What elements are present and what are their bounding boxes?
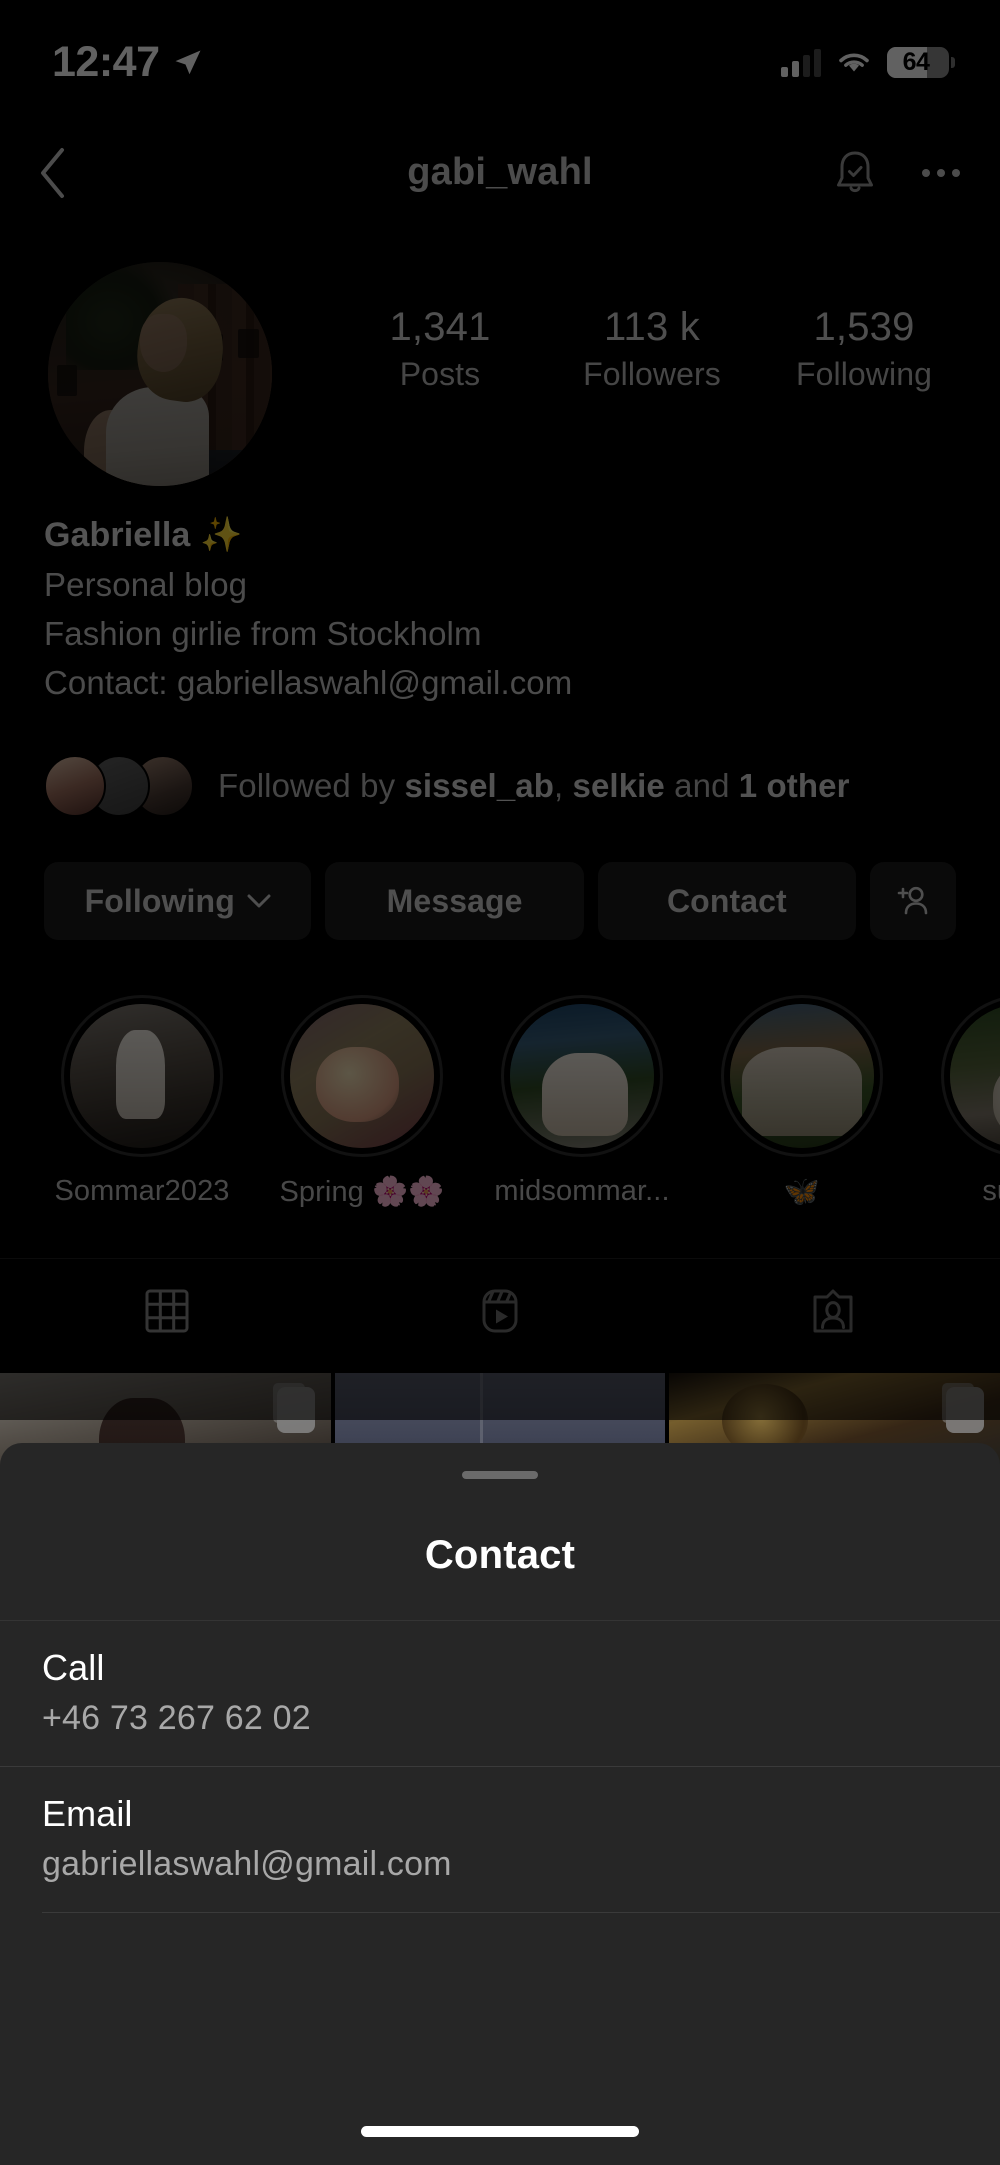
follower-name-1[interactable]: sissel_ab bbox=[404, 767, 554, 804]
highlight-ring bbox=[501, 995, 663, 1157]
battery-level-text: 64 bbox=[902, 48, 930, 76]
email-value: gabriellaswahl@gmail.com bbox=[42, 1845, 452, 1883]
highlight-cover bbox=[290, 1004, 434, 1148]
highlight-label: Sommar2023 bbox=[54, 1175, 230, 1207]
bio-line-3: Contact: gabriellaswahl@gmail.com bbox=[44, 663, 573, 701]
highlight-item[interactable]: summ bbox=[912, 995, 1000, 1209]
sheet-drag-handle[interactable] bbox=[462, 1471, 538, 1479]
tab-reels[interactable] bbox=[333, 1286, 666, 1336]
instagram-profile-screen: 12:47 64 gabi_wahl 1,341 Posts 113 k Fol… bbox=[0, 0, 1000, 2165]
grid-icon bbox=[145, 1289, 189, 1332]
highlight-cover bbox=[70, 1004, 214, 1148]
more-options-button[interactable] bbox=[914, 146, 968, 200]
add-person-icon bbox=[897, 886, 928, 915]
stat-following-value: 1,539 bbox=[813, 305, 915, 349]
following-button-label: Following bbox=[84, 882, 235, 919]
profile-stats: 1,341 Posts 113 k Followers 1,539 Follow… bbox=[334, 304, 1000, 393]
followed-by-row[interactable]: Followed by sissel_ab, selkie and 1 othe… bbox=[44, 755, 964, 817]
stat-posts[interactable]: 1,341 Posts bbox=[334, 304, 546, 393]
followed-by-separator: , bbox=[553, 767, 573, 804]
following-button[interactable]: Following bbox=[44, 862, 312, 940]
followed-by-connector: and bbox=[664, 767, 739, 804]
stat-following-label: Following bbox=[795, 356, 933, 393]
navigation-bar: gabi_wahl bbox=[0, 130, 1000, 215]
contact-option-call[interactable]: Call +46 73 267 62 02 bbox=[0, 1620, 1000, 1766]
stat-followers-value: 113 k bbox=[604, 305, 700, 349]
highlight-label: summ bbox=[982, 1175, 1000, 1207]
story-highlights: Sommar2023 Spring 🌸🌸 midsommar... 🦋 s bbox=[0, 995, 1000, 1209]
highlight-item[interactable]: 🦋 bbox=[692, 995, 912, 1209]
more-dot-3 bbox=[952, 168, 960, 177]
highlight-shade bbox=[290, 1004, 434, 1148]
contact-option-email[interactable]: Email gabriellaswahl@gmail.com bbox=[0, 1766, 1000, 1912]
highlight-shade bbox=[70, 1004, 214, 1148]
highlight-item[interactable]: midsommar... bbox=[472, 995, 692, 1209]
sheet-title: Contact bbox=[424, 1533, 576, 1577]
more-dot-2 bbox=[937, 168, 945, 177]
highlight-label: Spring 🌸🌸 bbox=[279, 1176, 445, 1208]
call-value: +46 73 267 62 02 bbox=[42, 1699, 311, 1737]
reels-icon bbox=[482, 1289, 518, 1332]
profile-action-buttons: Following Message Contact bbox=[44, 862, 957, 940]
display-name-text: Gabriella bbox=[44, 516, 191, 554]
profile-category: Personal blog bbox=[44, 566, 248, 603]
stat-following[interactable]: 1,539 Following bbox=[758, 304, 970, 393]
followed-by-others[interactable]: 1 other bbox=[739, 767, 850, 804]
avatar[interactable] bbox=[48, 262, 272, 486]
followed-by-prefix: Followed by bbox=[218, 767, 405, 804]
profile-content-layer: gabi_wahl 1,341 Posts 113 k Followers 1,… bbox=[0, 0, 1000, 1513]
highlight-label: 🦋 bbox=[783, 1176, 821, 1208]
highlight-ring bbox=[721, 995, 883, 1157]
highlight-cover bbox=[950, 1004, 1000, 1148]
highlight-cover bbox=[730, 1004, 874, 1148]
email-label: Email bbox=[42, 1793, 133, 1834]
profile-bio: Gabriella ✨ Personal blog Fashion girlie… bbox=[44, 510, 904, 707]
tab-grid[interactable] bbox=[0, 1286, 333, 1336]
profile-tab-bar bbox=[0, 1258, 1000, 1362]
profile-display-name: Gabriella ✨ bbox=[44, 510, 904, 561]
highlight-label: midsommar... bbox=[494, 1175, 670, 1207]
stat-posts-label: Posts bbox=[399, 356, 481, 393]
highlight-cover bbox=[510, 1004, 654, 1148]
avatar-shade bbox=[48, 262, 272, 486]
tagged-icon bbox=[813, 1289, 853, 1332]
sheet-divider bbox=[42, 1912, 1000, 1913]
tab-tagged[interactable] bbox=[667, 1286, 1000, 1336]
contact-bottom-sheet: Contact Call +46 73 267 62 02 Email gabr… bbox=[0, 1443, 1000, 2165]
contact-options-list: Call +46 73 267 62 02 Email gabriellaswa… bbox=[0, 1620, 1000, 1913]
follower-avatar-1 bbox=[44, 755, 106, 817]
highlight-shade bbox=[510, 1004, 654, 1148]
highlight-ring bbox=[941, 995, 1000, 1157]
followed-by-avatars bbox=[44, 755, 196, 817]
notifications-button[interactable] bbox=[828, 146, 882, 200]
highlight-ring bbox=[61, 995, 223, 1157]
follower-name-2[interactable]: selkie bbox=[573, 767, 665, 804]
chevron-down-icon bbox=[247, 894, 271, 907]
contact-button[interactable]: Contact bbox=[597, 862, 857, 940]
message-button-label: Message bbox=[386, 882, 523, 919]
highlight-shade bbox=[730, 1004, 874, 1148]
call-label: Call bbox=[42, 1647, 105, 1688]
followed-by-text: Followed by sissel_ab, selkie and 1 othe… bbox=[218, 767, 850, 805]
home-indicator[interactable] bbox=[361, 2126, 639, 2137]
highlight-shade bbox=[950, 1004, 1000, 1148]
battery-body: 64 bbox=[887, 47, 949, 78]
bio-line-2: Fashion girlie from Stockholm bbox=[44, 614, 482, 652]
battery-indicator: 64 bbox=[887, 47, 955, 78]
stat-followers-label: Followers bbox=[583, 356, 721, 393]
highlight-ring bbox=[281, 995, 443, 1157]
message-button[interactable]: Message bbox=[325, 862, 584, 940]
more-dot-1 bbox=[922, 168, 930, 177]
profile-header: 1,341 Posts 113 k Followers 1,539 Follow… bbox=[0, 262, 1000, 486]
highlight-item[interactable]: Spring 🌸🌸 bbox=[252, 995, 472, 1209]
bell-check-icon bbox=[837, 151, 873, 192]
stat-followers[interactable]: 113 k Followers bbox=[546, 304, 758, 393]
contact-button-label: Contact bbox=[666, 882, 787, 919]
sparkles-icon: ✨ bbox=[199, 516, 243, 554]
highlight-item[interactable]: Sommar2023 bbox=[32, 995, 252, 1209]
add-user-button[interactable] bbox=[870, 862, 957, 940]
stat-posts-value: 1,341 bbox=[389, 305, 491, 349]
